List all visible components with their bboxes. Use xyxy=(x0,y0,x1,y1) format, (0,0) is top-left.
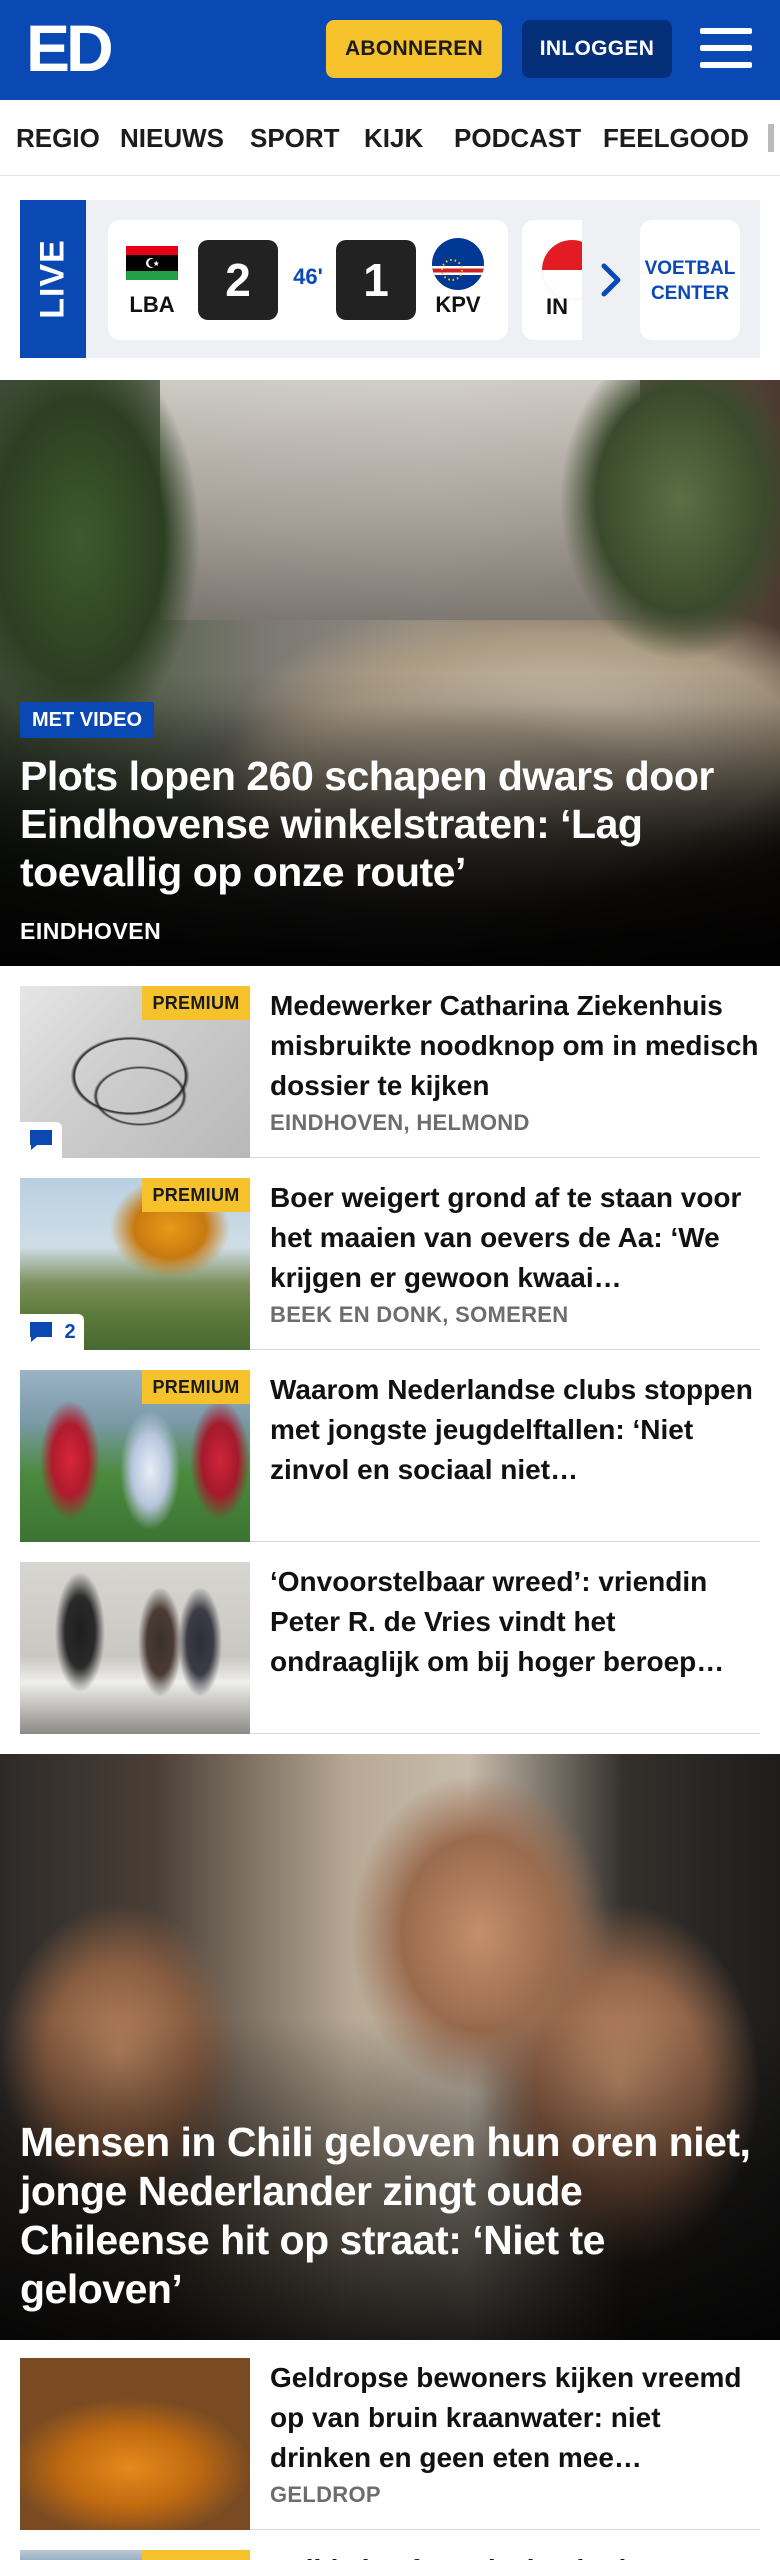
section-nav: REGIO NIEUWS SPORT KIJK PODCAST FEELGOOD xyxy=(0,100,780,176)
next-match-team-code: IN xyxy=(546,294,568,319)
next-match-card[interactable]: IN xyxy=(522,220,582,340)
site-header: ED ABONNEREN INLOGGEN xyxy=(0,0,780,100)
chevron-right-icon xyxy=(601,263,621,297)
article-title[interactable]: ‘Onvoorstelbaar wreed’: vriendin Peter R… xyxy=(270,1562,760,1682)
live-label-text: LIVE xyxy=(33,239,72,319)
away-team-code: KPV xyxy=(435,292,481,317)
article-thumbnail xyxy=(20,1562,250,1734)
video-badge: MET VIDEO xyxy=(20,702,155,738)
scroll-next-button[interactable] xyxy=(582,220,640,340)
nav-item-nieuws[interactable]: NIEUWS xyxy=(120,100,224,175)
away-score: 1 xyxy=(336,240,416,320)
list-item[interactable]: PREMIUM Medewerker Catharina Ziekenhuis … xyxy=(20,986,760,1158)
nav-item-sport[interactable]: SPORT xyxy=(250,100,340,175)
ed-logo[interactable]: ED xyxy=(26,15,118,81)
list-item[interactable]: PREMIUM Waarom Nederlandse clubs stoppen… xyxy=(20,1370,760,1542)
article-location: BEEK EN DONK, SOMEREN xyxy=(270,1302,569,1327)
nav-item-kijk[interactable]: KIJK xyxy=(364,100,423,175)
voetbal-center-link[interactable]: VOETBAL CENTER xyxy=(640,220,740,340)
list-item[interactable]: PREMIUM Politie heeft verdachte in de… xyxy=(20,2550,760,2560)
hero-location: EINDHOVEN xyxy=(20,918,162,944)
home-team-code: LBA xyxy=(129,292,175,317)
home-score: 2 xyxy=(198,240,278,320)
libya-flag-icon xyxy=(126,246,178,280)
live-scores-bar: LIVE LBA 2 46' 1 KPV IN VOETBAL CENTER xyxy=(20,200,760,358)
article-title[interactable]: Waarom Nederlandse clubs stoppen met jon… xyxy=(270,1370,760,1490)
menu-icon[interactable] xyxy=(700,24,752,72)
list-item[interactable]: PREMIUM 2 Boer weigert grond af te staan… xyxy=(20,1178,760,1350)
match-card[interactable]: LBA 2 46' 1 KPV xyxy=(108,220,508,340)
nav-item-regio[interactable]: REGIO xyxy=(16,100,100,175)
hero-title[interactable]: Plots lopen 260 schapen dwars door Eindh… xyxy=(20,752,760,896)
premium-badge: PREMIUM xyxy=(142,986,250,1020)
article-thumbnail: PREMIUM xyxy=(20,986,250,1158)
article-title[interactable]: Politie heeft verdachte in de… xyxy=(270,2550,760,2560)
article-thumbnail: PREMIUM xyxy=(20,2550,250,2560)
comment-count[interactable] xyxy=(20,1122,62,1158)
article-title[interactable]: Boer weigert grond af te staan voor het … xyxy=(270,1178,760,1298)
comment-count[interactable]: 2 xyxy=(20,1314,84,1350)
live-label: LIVE xyxy=(20,200,86,358)
comment-icon xyxy=(30,1322,52,1342)
match-minute: 46' xyxy=(293,264,323,289)
article-title[interactable]: Medewerker Catharina Ziekenhuis misbruik… xyxy=(270,986,760,1106)
list-item[interactable]: ‘Onvoorstelbaar wreed’: vriendin Peter R… xyxy=(20,1562,760,1734)
hero-article[interactable]: MET VIDEO Plots lopen 260 schapen dwars … xyxy=(0,380,780,966)
list-item[interactable]: Geldropse bewoners kijken vreemd op van … xyxy=(20,2358,760,2530)
comment-count-value: 2 xyxy=(64,1320,76,1343)
nav-item-feelgood[interactable]: FEELGOOD xyxy=(603,100,749,175)
article-title[interactable]: Geldropse bewoners kijken vreemd op van … xyxy=(270,2358,760,2478)
login-button[interactable]: INLOGGEN xyxy=(522,20,672,78)
article-location: EINDHOVEN, HELMOND xyxy=(270,1110,530,1135)
article-thumbnail: PREMIUM xyxy=(20,1370,250,1542)
hero-article-2[interactable]: Mensen in Chili geloven hun oren niet, j… xyxy=(0,1754,780,2340)
premium-badge: PREMIUM xyxy=(142,1178,250,1212)
nav-overflow-hint xyxy=(768,124,774,152)
article-location: GELDROP xyxy=(270,2482,381,2507)
flag-icon xyxy=(542,240,582,300)
article-thumbnail xyxy=(20,2358,250,2530)
nav-item-podcast[interactable]: PODCAST xyxy=(454,100,581,175)
hero-2-title[interactable]: Mensen in Chili geloven hun oren niet, j… xyxy=(20,2118,770,2314)
logo-text: ED xyxy=(26,11,114,85)
article-thumbnail: PREMIUM 2 xyxy=(20,1178,250,1350)
premium-badge: PREMIUM xyxy=(142,2550,250,2560)
comment-icon xyxy=(30,1130,52,1150)
cape-verde-flag-icon xyxy=(432,238,484,290)
premium-badge: PREMIUM xyxy=(142,1370,250,1404)
subscribe-button[interactable]: ABONNEREN xyxy=(326,20,502,78)
